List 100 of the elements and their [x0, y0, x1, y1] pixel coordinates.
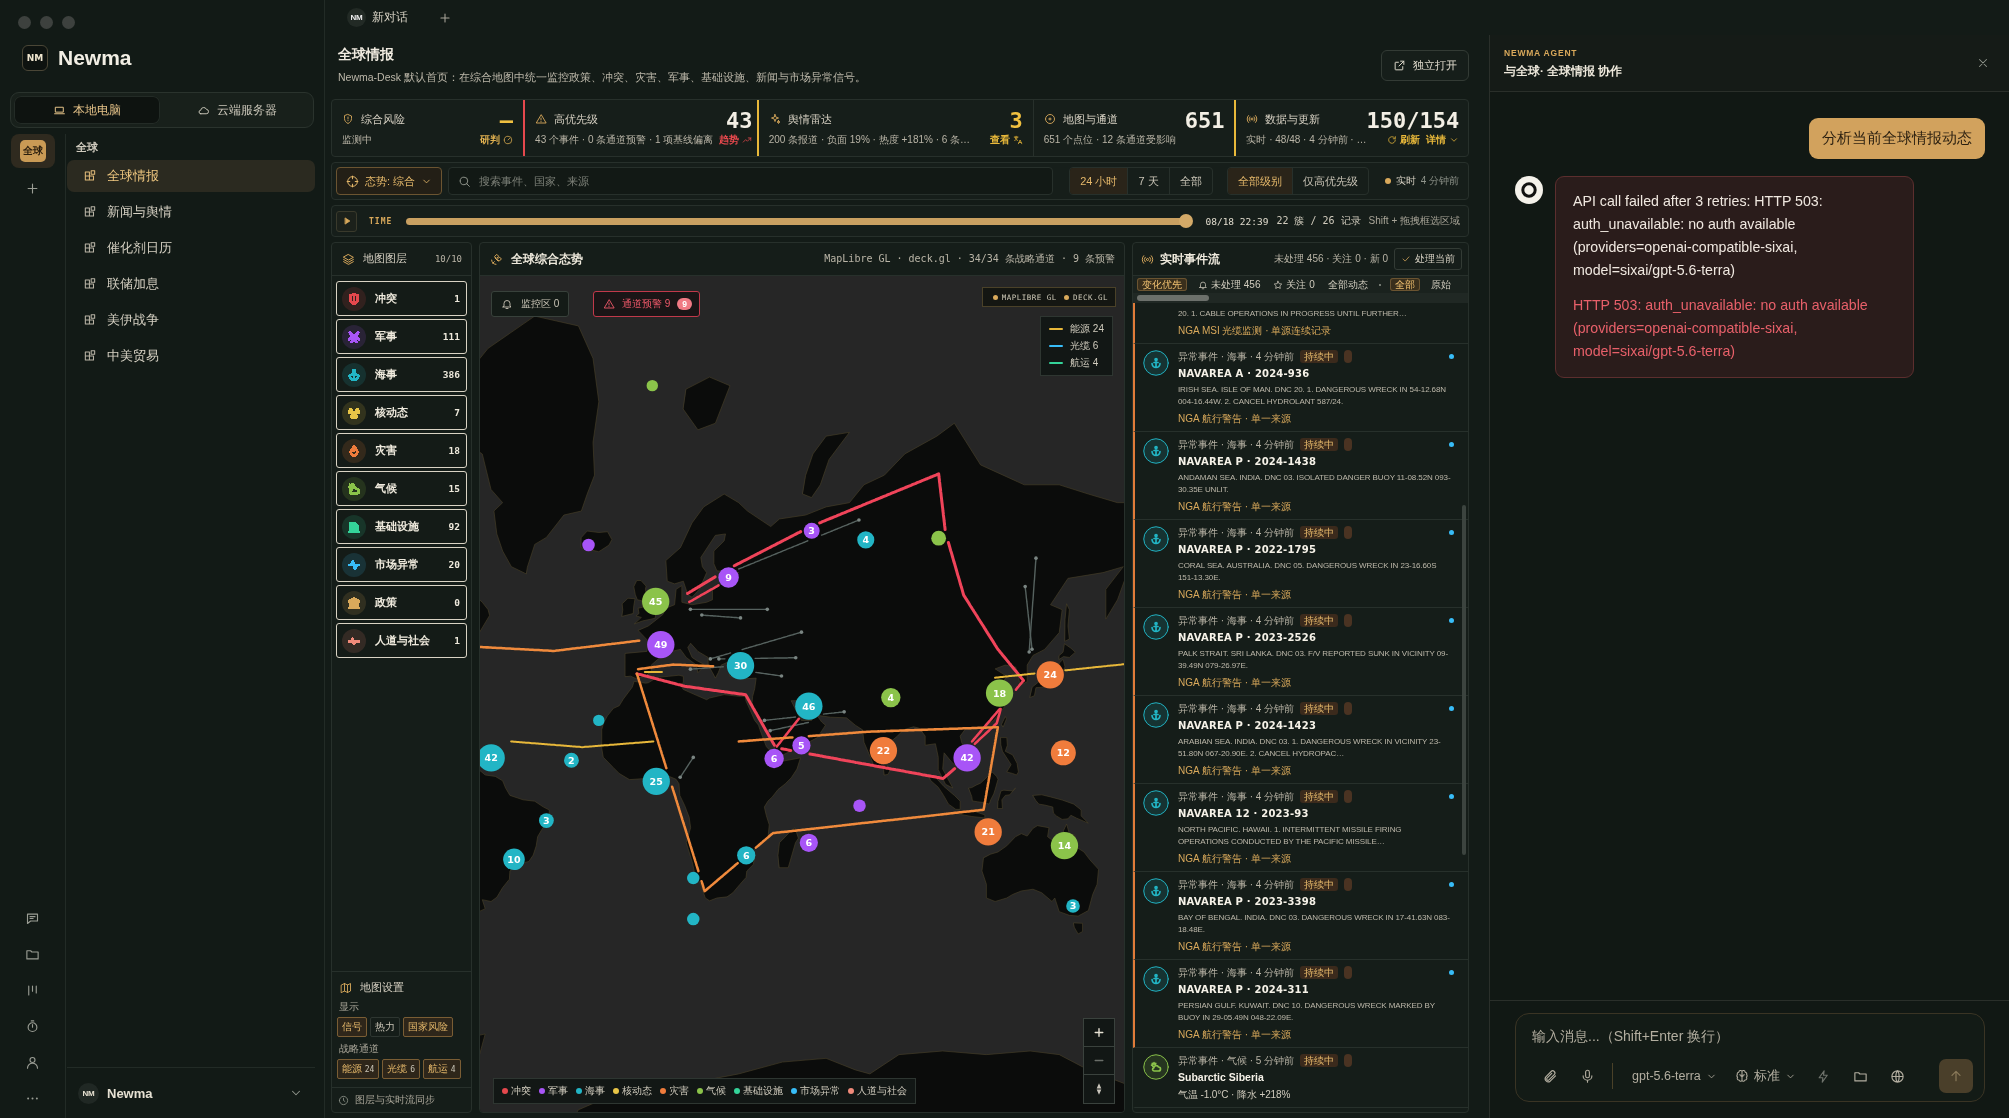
corridor-line[interactable]	[732, 530, 803, 568]
event-item[interactable]: 20. 1. CABLE OPERATIONS IN PROGRESS UNTIL FURTHER… NGA MSI 光缆监测 · 单源连续记录	[1133, 303, 1468, 344]
layer-toggle[interactable]: 政策 0	[336, 585, 467, 620]
feed-filter[interactable]: 关注 0	[1271, 278, 1317, 291]
nav-item[interactable]: 新闻与舆情	[67, 196, 315, 228]
feed-filter[interactable]: 未处理 456	[1196, 278, 1263, 291]
paperclip-icon[interactable]	[1543, 1068, 1558, 1084]
stat-action[interactable]: 趋势	[719, 133, 753, 147]
conversation-tab[interactable]: NM 新对话	[347, 8, 408, 27]
feed-filter[interactable]: 变化优先	[1137, 278, 1187, 291]
timeline-slider[interactable]	[406, 214, 1194, 228]
cluster-marker[interactable]: 3	[803, 522, 820, 539]
event-marker[interactable]	[593, 714, 605, 727]
layer-toggle[interactable]: 基础设施 92	[336, 509, 467, 544]
layer-toggle[interactable]: 气候 15	[336, 471, 467, 506]
event-item[interactable]: 异常事件 · 海事 · 4 分钟前 持续中 NAVAREA P · 2024-1438 ANDAMAN SEA. INDIA. DNC 03. ISOLATED DANGER BUOY 11-08.52N 093-30.35E UNLIT. NGA 航行警告 · 单一来源	[1133, 431, 1468, 520]
watch-zone-button[interactable]: 监控区 0	[491, 291, 570, 317]
stat-action[interactable]: 研判	[480, 133, 514, 147]
feed-filter[interactable]: 全部动态	[1325, 278, 1370, 291]
corridor-line[interactable]	[635, 672, 776, 747]
layer-toggle[interactable]: 人道与社会 1	[336, 623, 467, 658]
stat-action[interactable]: 详情	[1426, 133, 1460, 147]
display-toggle[interactable]: 热力	[370, 1017, 400, 1037]
nav-item[interactable]: 全球情报	[67, 160, 315, 192]
event-item[interactable]: 异常事件 · 海事 · 4 分钟前 持续中 NAVAREA A · 2024-936 IRISH SEA. ISLE OF MAN. DNC 20. 1. DANGEROUS WRECK IN 54-12.68N 004-16.44W. 2. CANCEL HYDROLANT 587/24. NGA 航行警告 · 单一来源	[1133, 343, 1468, 432]
workspace-tab[interactable]: 全球	[10, 134, 55, 168]
event-item[interactable]: 异常事件 · 海事 · 4 分钟前 持续中 NAVAREA P · 2023-3398 BAY OF BENGAL. INDIA. DNC 03. DANGEROUS WRECK IN 17-41.63N 083-18.48E. NGA 航行警告 · 单一来源	[1133, 871, 1468, 960]
level-option[interactable]: 全部级别	[1227, 168, 1293, 194]
process-button[interactable]: 处理当前	[1394, 248, 1462, 270]
layer-toggle[interactable]: 灾害 18	[336, 433, 467, 468]
play-button[interactable]	[336, 210, 357, 232]
nav-item[interactable]: 催化剂日历	[67, 232, 315, 264]
mode-tab[interactable]: 本地电脑	[14, 96, 160, 124]
corridor-line[interactable]	[635, 672, 668, 770]
message-input[interactable]: 输入消息...（Shift+Enter 换行）	[1532, 1028, 1973, 1048]
layer-toggle[interactable]: 海事 386	[336, 357, 467, 392]
add-icon[interactable]	[25, 181, 40, 196]
corridor-line[interactable]	[643, 671, 663, 673]
corridor-line[interactable]	[670, 785, 700, 873]
cluster-marker[interactable]: 6	[764, 748, 784, 769]
folder-icon[interactable]	[25, 947, 40, 962]
corridor-line[interactable]	[780, 747, 793, 752]
cluster-marker[interactable]: 49	[647, 631, 675, 659]
feed-filter[interactable]: 全部	[1389, 278, 1420, 291]
corridor-line[interactable]	[754, 726, 1000, 849]
event-marker[interactable]	[687, 871, 700, 885]
mode-tab[interactable]: 云端服务器	[164, 96, 310, 124]
model-selector[interactable]: gpt-5.6-terra	[1623, 1069, 1726, 1083]
columns-icon[interactable]	[25, 983, 40, 998]
chat-icon[interactable]	[25, 911, 40, 926]
layer-toggle[interactable]: 冲突 1	[336, 281, 467, 316]
event-marker[interactable]	[582, 538, 595, 552]
cluster-marker[interactable]: 42	[953, 744, 981, 772]
corridor-line[interactable]	[1014, 679, 1025, 691]
corridor-toggle[interactable]: 光缆 6	[382, 1059, 421, 1079]
corridor-line[interactable]	[688, 584, 720, 604]
corridor-line[interactable]	[700, 861, 739, 893]
corridor-alert-button[interactable]: 通道预警 9 9	[593, 291, 701, 317]
vertical-scrollbar[interactable]	[1462, 505, 1466, 855]
posture-dropdown[interactable]: 态势: 综合	[336, 167, 443, 195]
microphone-icon[interactable]	[1580, 1068, 1595, 1084]
corridor-toggle[interactable]: 航运 4	[423, 1059, 461, 1079]
event-marker[interactable]	[853, 799, 866, 813]
mode-selector[interactable]: 标准	[1725, 1067, 1805, 1085]
corridor-line[interactable]	[510, 740, 655, 749]
stat-action[interactable]: 查看	[989, 133, 1023, 147]
cluster-marker[interactable]: 6	[799, 833, 818, 852]
corridor-line[interactable]	[808, 752, 957, 780]
stat-action[interactable]: 刷新	[1387, 133, 1421, 147]
feed-filter[interactable]: 原始	[1428, 278, 1453, 291]
layer-toggle[interactable]: 市场异常 20	[336, 547, 467, 582]
range-option[interactable]: 7 天	[1128, 168, 1170, 194]
corridor-line[interactable]	[818, 472, 947, 532]
corridor-line[interactable]	[686, 575, 717, 595]
nav-item[interactable]: 美伊战争	[67, 304, 315, 336]
globe-icon[interactable]	[1889, 1068, 1905, 1084]
open-window-button[interactable]: 独立打开	[1381, 50, 1469, 81]
event-marker[interactable]	[687, 912, 700, 926]
display-toggle[interactable]: 国家风险	[403, 1017, 453, 1037]
range-option[interactable]: 全部	[1169, 168, 1212, 194]
event-item[interactable]: 异常事件 · 海事 · 4 分钟前 持续中 NAVAREA P · 2024-311 PERSIAN GULF. KUWAIT. DNC 10. DANGEROUS WRECK MARKED BY BUOY IN 29-05.49N 048-22.09E. NGA 航行警告 · 单一来源	[1133, 959, 1468, 1048]
display-toggle[interactable]: 信号	[337, 1017, 367, 1037]
event-marker[interactable]	[646, 379, 658, 392]
nav-item[interactable]: 联储加息	[67, 268, 315, 300]
user-icon[interactable]	[25, 1055, 40, 1070]
nav-item[interactable]: 中美贸易	[67, 340, 315, 372]
new-tab-icon[interactable]	[438, 10, 452, 25]
level-option[interactable]: 仅高优先级	[1292, 168, 1368, 194]
user-name[interactable]: Newma	[107, 1085, 281, 1101]
corridor-line[interactable]	[946, 540, 1025, 683]
horizontal-scrollbar[interactable]	[1133, 293, 1468, 303]
corridor-line[interactable]	[994, 672, 1036, 679]
cluster-marker[interactable]: 9	[718, 567, 739, 588]
close-icon[interactable]	[1976, 56, 1990, 70]
corridor-line[interactable]	[737, 736, 794, 743]
timer-icon[interactable]	[25, 1019, 40, 1034]
corridor-line[interactable]	[636, 663, 715, 671]
event-marker[interactable]	[931, 530, 947, 546]
search-field[interactable]: 搜索事件、国家、来源	[448, 167, 1054, 195]
corridor-line[interactable]	[1064, 662, 1124, 672]
